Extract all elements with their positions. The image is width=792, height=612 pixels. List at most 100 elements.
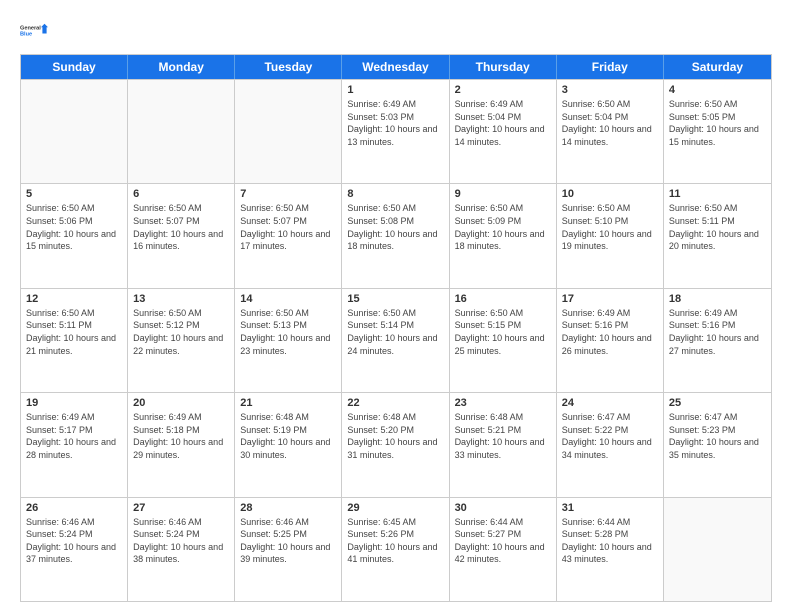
logo: GeneralBlue xyxy=(20,16,48,44)
cal-cell: 4 Sunrise: 6:50 AMSunset: 5:05 PMDaylight… xyxy=(664,80,771,183)
cal-cell: 3 Sunrise: 6:50 AMSunset: 5:04 PMDaylight… xyxy=(557,80,664,183)
cell-sun-info: Sunrise: 6:50 AMSunset: 5:10 PMDaylight:… xyxy=(562,202,658,252)
cell-day-number: 25 xyxy=(669,397,766,409)
cell-sun-info: Sunrise: 6:50 AMSunset: 5:08 PMDaylight:… xyxy=(347,202,443,252)
cell-day-number: 22 xyxy=(347,397,443,409)
cell-sun-info: Sunrise: 6:50 AMSunset: 5:05 PMDaylight:… xyxy=(669,98,766,148)
cell-day-number: 17 xyxy=(562,293,658,305)
logo-icon: GeneralBlue xyxy=(20,16,48,44)
week-row-1: 1 Sunrise: 6:49 AMSunset: 5:03 PMDaylight… xyxy=(21,79,771,183)
cell-sun-info: Sunrise: 6:50 AMSunset: 5:11 PMDaylight:… xyxy=(26,307,122,357)
cell-day-number: 12 xyxy=(26,293,122,305)
cal-cell: 13 Sunrise: 6:50 AMSunset: 5:12 PMDayligh… xyxy=(128,289,235,392)
cal-cell: 2 Sunrise: 6:49 AMSunset: 5:04 PMDaylight… xyxy=(450,80,557,183)
cell-sun-info: Sunrise: 6:46 AMSunset: 5:24 PMDaylight:… xyxy=(133,516,229,566)
cell-sun-info: Sunrise: 6:45 AMSunset: 5:26 PMDaylight:… xyxy=(347,516,443,566)
cell-day-number: 8 xyxy=(347,188,443,200)
calendar-header: SundayMondayTuesdayWednesdayThursdayFrid… xyxy=(21,55,771,79)
header-cell-tuesday: Tuesday xyxy=(235,55,342,79)
cal-cell xyxy=(21,80,128,183)
cal-cell: 18Sunrise: 6:49 AMSunset: 5:16 PMDayligh… xyxy=(664,289,771,392)
cell-day-number: 27 xyxy=(133,502,229,514)
cal-cell: 23 Sunrise: 6:48 AMSunset: 5:21 PMDayligh… xyxy=(450,393,557,496)
cell-day-number: 7 xyxy=(240,188,336,200)
svg-text:General: General xyxy=(20,25,41,31)
cell-sun-info: Sunrise: 6:49 AMSunset: 5:17 PMDaylight:… xyxy=(26,411,122,461)
cell-sun-info: Sunrise: 6:49 AMSunset: 5:16 PMDaylight:… xyxy=(562,307,658,357)
calendar: SundayMondayTuesdayWednesdayThursdayFrid… xyxy=(20,54,772,602)
cell-day-number: 4 xyxy=(669,84,766,96)
header-cell-thursday: Thursday xyxy=(450,55,557,79)
cell-sun-info: Sunrise: 6:50 AMSunset: 5:15 PMDaylight:… xyxy=(455,307,551,357)
cal-cell: 16 Sunrise: 6:50 AMSunset: 5:15 PMDayligh… xyxy=(450,289,557,392)
cell-sun-info: Sunrise: 6:46 AMSunset: 5:24 PMDaylight:… xyxy=(26,516,122,566)
cell-day-number: 26 xyxy=(26,502,122,514)
cell-day-number: 30 xyxy=(455,502,551,514)
cell-sun-info: Sunrise: 6:50 AMSunset: 5:06 PMDaylight:… xyxy=(26,202,122,252)
cell-day-number: 3 xyxy=(562,84,658,96)
cal-cell xyxy=(128,80,235,183)
week-row-4: 19 Sunrise: 6:49 AMSunset: 5:17 PMDayligh… xyxy=(21,392,771,496)
cal-cell: 21 Sunrise: 6:48 AMSunset: 5:19 PMDayligh… xyxy=(235,393,342,496)
cal-cell: 30 Sunrise: 6:44 AMSunset: 5:27 PMDayligh… xyxy=(450,498,557,601)
cal-cell: 8 Sunrise: 6:50 AMSunset: 5:08 PMDaylight… xyxy=(342,184,449,287)
cell-day-number: 6 xyxy=(133,188,229,200)
cell-day-number: 31 xyxy=(562,502,658,514)
cell-sun-info: Sunrise: 6:49 AMSunset: 5:16 PMDaylight:… xyxy=(669,307,766,357)
cal-cell: 1 Sunrise: 6:49 AMSunset: 5:03 PMDaylight… xyxy=(342,80,449,183)
cell-sun-info: Sunrise: 6:47 AMSunset: 5:23 PMDaylight:… xyxy=(669,411,766,461)
cal-cell: 5 Sunrise: 6:50 AMSunset: 5:06 PMDaylight… xyxy=(21,184,128,287)
header-cell-wednesday: Wednesday xyxy=(342,55,449,79)
cal-cell: 10Sunrise: 6:50 AMSunset: 5:10 PMDayligh… xyxy=(557,184,664,287)
cal-cell: 25 Sunrise: 6:47 AMSunset: 5:23 PMDayligh… xyxy=(664,393,771,496)
cell-sun-info: Sunrise: 6:48 AMSunset: 5:19 PMDaylight:… xyxy=(240,411,336,461)
cell-sun-info: Sunrise: 6:48 AMSunset: 5:21 PMDaylight:… xyxy=(455,411,551,461)
cal-cell: 7 Sunrise: 6:50 AMSunset: 5:07 PMDaylight… xyxy=(235,184,342,287)
cell-sun-info: Sunrise: 6:46 AMSunset: 5:25 PMDaylight:… xyxy=(240,516,336,566)
week-row-5: 26 Sunrise: 6:46 AMSunset: 5:24 PMDayligh… xyxy=(21,497,771,601)
week-row-3: 12 Sunrise: 6:50 AMSunset: 5:11 PMDayligh… xyxy=(21,288,771,392)
cell-day-number: 15 xyxy=(347,293,443,305)
cell-day-number: 11 xyxy=(669,188,766,200)
cell-day-number: 23 xyxy=(455,397,551,409)
cell-sun-info: Sunrise: 6:50 AMSunset: 5:07 PMDaylight:… xyxy=(240,202,336,252)
cal-cell xyxy=(235,80,342,183)
cell-day-number: 28 xyxy=(240,502,336,514)
cell-sun-info: Sunrise: 6:50 AMSunset: 5:11 PMDaylight:… xyxy=(669,202,766,252)
cell-day-number: 13 xyxy=(133,293,229,305)
cell-day-number: 20 xyxy=(133,397,229,409)
cell-sun-info: Sunrise: 6:44 AMSunset: 5:27 PMDaylight:… xyxy=(455,516,551,566)
cal-cell: 31 Sunrise: 6:44 AMSunset: 5:28 PMDayligh… xyxy=(557,498,664,601)
cell-sun-info: Sunrise: 6:47 AMSunset: 5:22 PMDaylight:… xyxy=(562,411,658,461)
cal-cell: 17 Sunrise: 6:49 AMSunset: 5:16 PMDayligh… xyxy=(557,289,664,392)
cell-sun-info: Sunrise: 6:49 AMSunset: 5:03 PMDaylight:… xyxy=(347,98,443,148)
cell-sun-info: Sunrise: 6:49 AMSunset: 5:04 PMDaylight:… xyxy=(455,98,551,148)
cell-sun-info: Sunrise: 6:44 AMSunset: 5:28 PMDaylight:… xyxy=(562,516,658,566)
cell-day-number: 1 xyxy=(347,84,443,96)
cell-sun-info: Sunrise: 6:50 AMSunset: 5:14 PMDaylight:… xyxy=(347,307,443,357)
cell-sun-info: Sunrise: 6:50 AMSunset: 5:12 PMDaylight:… xyxy=(133,307,229,357)
cal-cell: 26 Sunrise: 6:46 AMSunset: 5:24 PMDayligh… xyxy=(21,498,128,601)
cal-cell: 11 Sunrise: 6:50 AMSunset: 5:11 PMDayligh… xyxy=(664,184,771,287)
week-row-2: 5 Sunrise: 6:50 AMSunset: 5:06 PMDaylight… xyxy=(21,183,771,287)
header-cell-monday: Monday xyxy=(128,55,235,79)
cell-day-number: 21 xyxy=(240,397,336,409)
cell-sun-info: Sunrise: 6:50 AMSunset: 5:09 PMDaylight:… xyxy=(455,202,551,252)
cal-cell: 27 Sunrise: 6:46 AMSunset: 5:24 PMDayligh… xyxy=(128,498,235,601)
header-cell-saturday: Saturday xyxy=(664,55,771,79)
cal-cell: 15 Sunrise: 6:50 AMSunset: 5:14 PMDayligh… xyxy=(342,289,449,392)
svg-text:Blue: Blue xyxy=(20,31,32,37)
cell-day-number: 16 xyxy=(455,293,551,305)
cell-day-number: 19 xyxy=(26,397,122,409)
cal-cell xyxy=(664,498,771,601)
cell-day-number: 5 xyxy=(26,188,122,200)
cell-day-number: 9 xyxy=(455,188,551,200)
cal-cell: 14Sunrise: 6:50 AMSunset: 5:13 PMDayligh… xyxy=(235,289,342,392)
header-cell-friday: Friday xyxy=(557,55,664,79)
cell-day-number: 2 xyxy=(455,84,551,96)
cell-sun-info: Sunrise: 6:50 AMSunset: 5:04 PMDaylight:… xyxy=(562,98,658,148)
cal-cell: 12 Sunrise: 6:50 AMSunset: 5:11 PMDayligh… xyxy=(21,289,128,392)
cal-cell: 20Sunrise: 6:49 AMSunset: 5:18 PMDayligh… xyxy=(128,393,235,496)
calendar-body: 1 Sunrise: 6:49 AMSunset: 5:03 PMDaylight… xyxy=(21,79,771,601)
cell-sun-info: Sunrise: 6:48 AMSunset: 5:20 PMDaylight:… xyxy=(347,411,443,461)
